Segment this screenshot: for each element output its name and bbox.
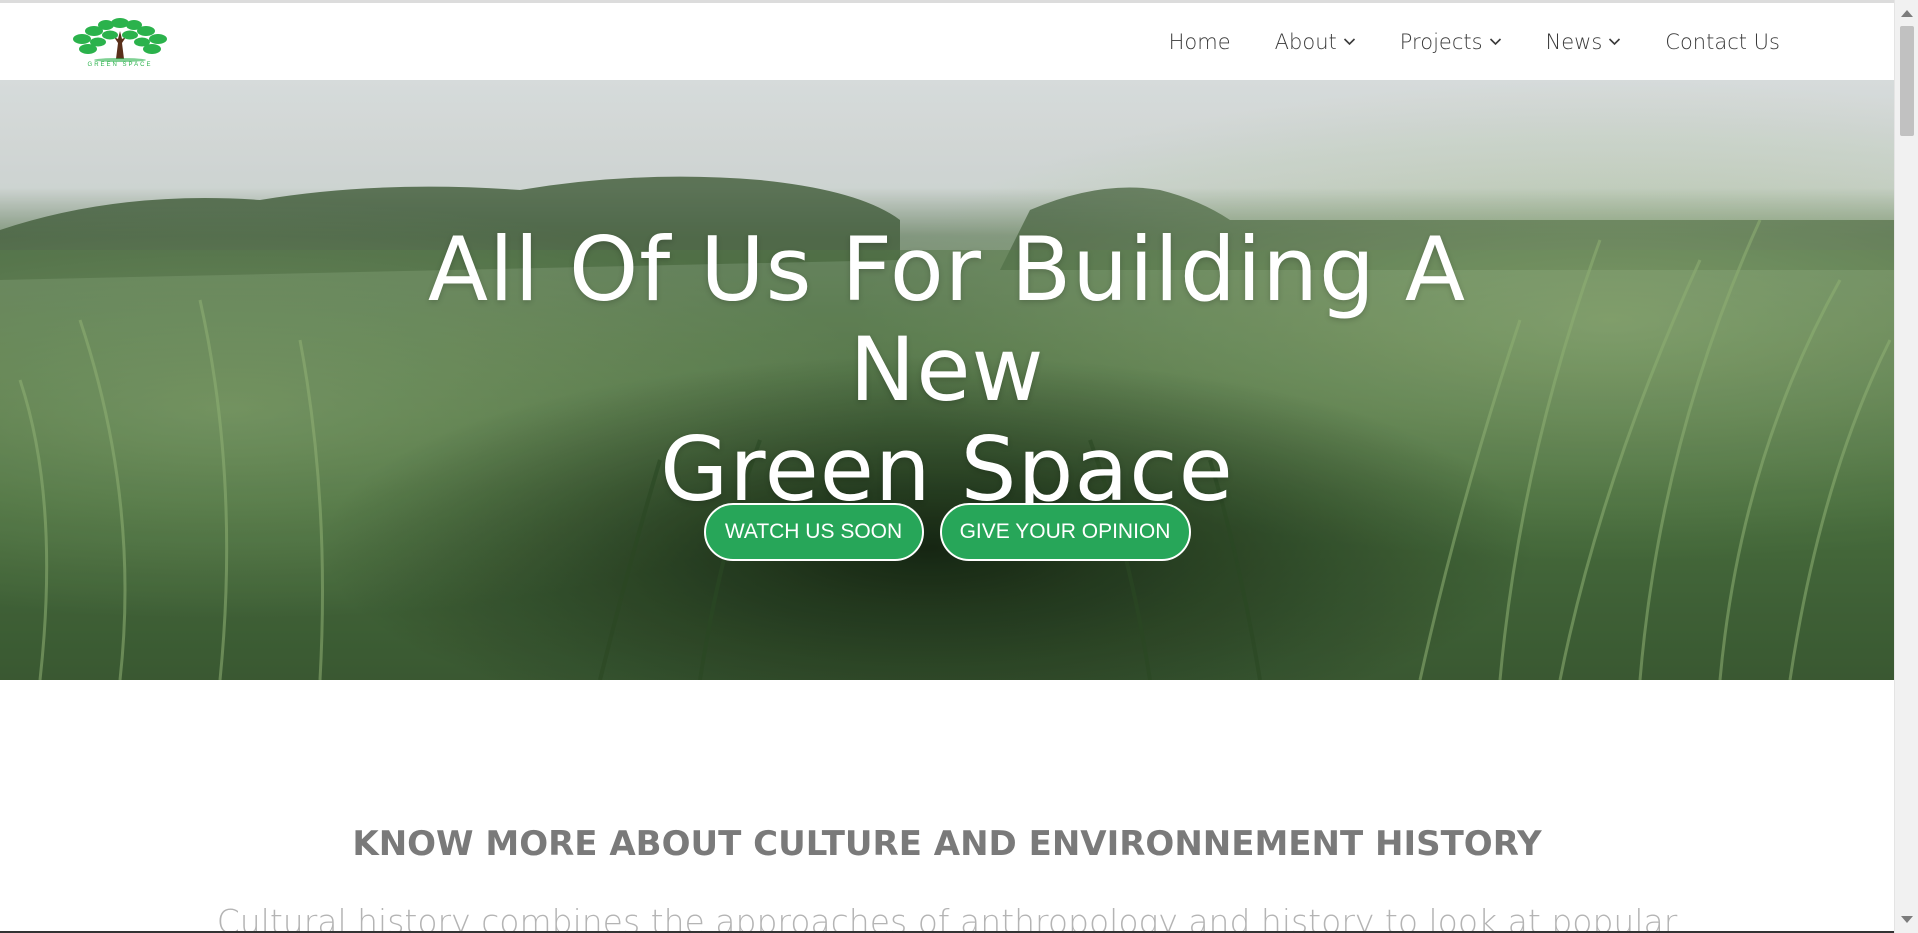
- section-heading: KNOW MORE ABOUT CULTURE AND ENVIRONNEMEN…: [352, 824, 1542, 864]
- nav-contact[interactable]: Contact Us: [1665, 30, 1780, 54]
- chevron-down-icon: [1343, 38, 1355, 46]
- nav-projects-label: Projects: [1399, 29, 1483, 54]
- nav-projects[interactable]: Projects: [1400, 30, 1502, 54]
- hero-banner: All Of Us For Building A New Green Space…: [0, 80, 1894, 680]
- nav-about-label: About: [1274, 29, 1337, 54]
- watch-us-soon-button[interactable]: WATCH US SOON: [703, 503, 924, 561]
- nav-contact-label: Contact Us: [1665, 29, 1780, 54]
- give-your-opinion-label: GIVE YOUR OPINION: [959, 520, 1171, 543]
- hero-button-group: WATCH US SOON GIVE YOUR OPINION: [0, 503, 1894, 561]
- nav-news-label: News: [1545, 29, 1603, 54]
- hero-title-line1: All Of Us For Building A New: [427, 218, 1467, 421]
- logo-caption: GREEN SPACE: [87, 62, 153, 68]
- chevron-down-icon: [1489, 38, 1501, 46]
- scroll-down-arrow-icon[interactable]: [1901, 916, 1913, 923]
- site-logo[interactable]: GREEN SPACE: [64, 15, 176, 71]
- nav-about[interactable]: About: [1275, 30, 1356, 54]
- scroll-thumb[interactable]: [1900, 26, 1914, 136]
- hero-title: All Of Us For Building A New Green Space: [347, 220, 1547, 520]
- browser-viewport: GREEN SPACE Home About Projects News Con…: [0, 0, 1918, 933]
- scroll-up-arrow-icon[interactable]: [1901, 10, 1913, 17]
- page-scrollbar[interactable]: [1894, 0, 1918, 933]
- site-header: GREEN SPACE Home About Projects News Con…: [0, 3, 1894, 80]
- nav-news[interactable]: News: [1546, 30, 1622, 54]
- nav-home-label: Home: [1168, 29, 1231, 54]
- give-your-opinion-button[interactable]: GIVE YOUR OPINION: [939, 503, 1191, 561]
- chevron-down-icon: [1609, 38, 1621, 46]
- nav-home[interactable]: Home: [1169, 30, 1231, 54]
- watch-us-soon-label: WATCH US SOON: [724, 520, 903, 543]
- section-intro-text: Cultural history combines the approaches…: [216, 902, 1678, 933]
- main-nav: Home About Projects News Contact Us: [1169, 3, 1780, 80]
